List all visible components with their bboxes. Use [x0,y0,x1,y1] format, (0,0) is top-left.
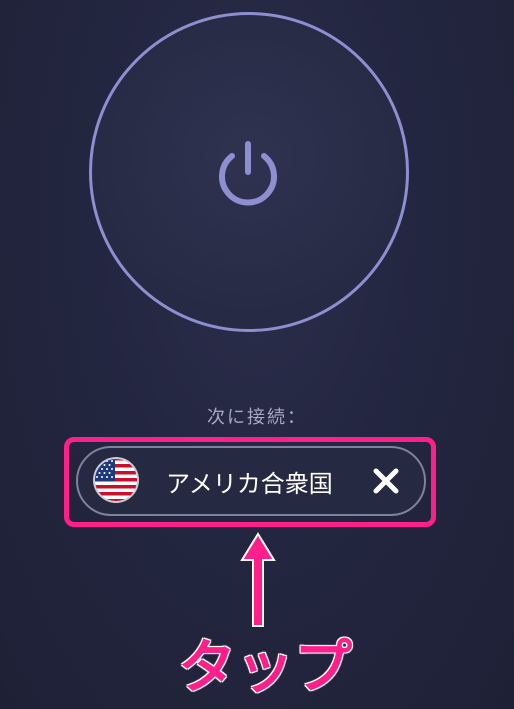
power-icon[interactable] [208,134,288,214]
us-flag-icon [93,457,139,503]
arrow-up-icon [240,532,276,627]
next-connection-label: 次に接続： [207,407,307,428]
next-country-name: アメリカ合衆国 [166,470,333,498]
close-icon[interactable] [371,466,401,496]
tap-annotation-label: タップ [178,633,353,701]
